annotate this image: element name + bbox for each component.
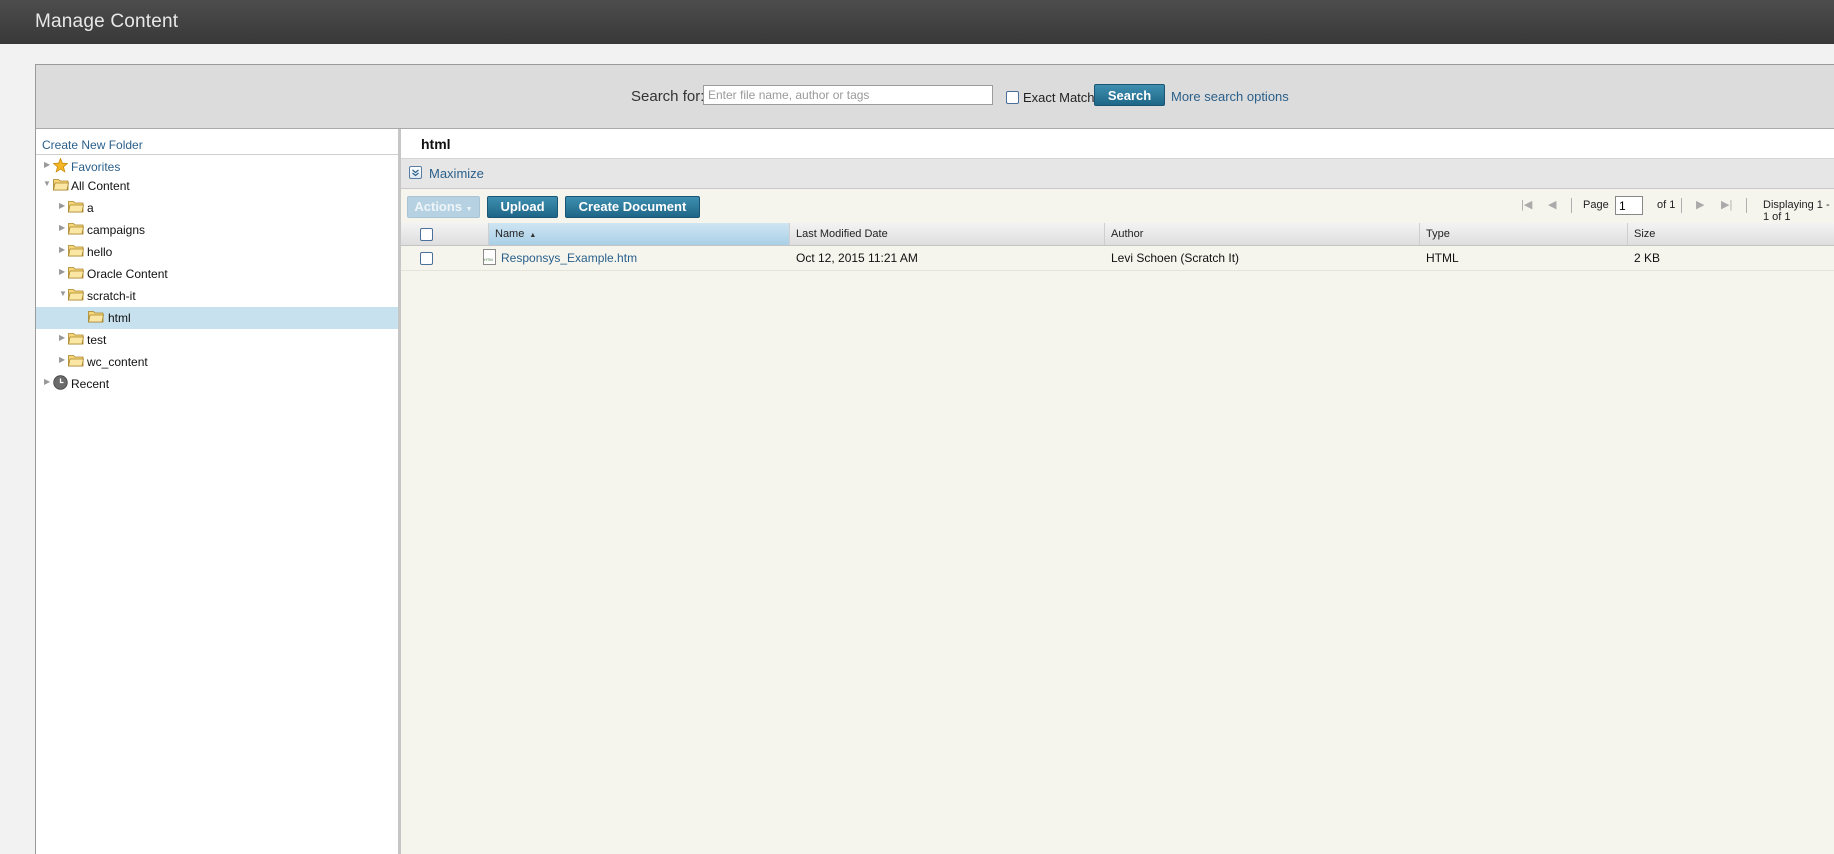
- folder-icon: [68, 265, 84, 282]
- tree-item-all-content[interactable]: ▼ All Content: [36, 175, 398, 197]
- page-title: Manage Content: [35, 11, 179, 32]
- tree-item-wc-content[interactable]: ▶ wc_content: [36, 351, 398, 373]
- collapse-arrow-icon[interactable]: ▼: [59, 289, 67, 298]
- pager-divider: [1746, 198, 1747, 213]
- column-header-author[interactable]: Author: [1105, 223, 1420, 245]
- row-checkbox[interactable]: [420, 252, 433, 265]
- column-header-type[interactable]: Type: [1420, 223, 1628, 245]
- table-row[interactable]: Responsys_Example.htm Oct 12, 2015 11:21…: [401, 246, 1834, 271]
- divider: [36, 154, 398, 155]
- star-icon: [52, 157, 69, 176]
- more-search-options-link[interactable]: More search options: [1171, 89, 1289, 104]
- expand-arrow-icon[interactable]: ▶: [59, 223, 65, 232]
- modified-date-cell: Oct 12, 2015 11:21 AM: [796, 251, 918, 265]
- tree-item-recent[interactable]: ▶ Recent: [36, 373, 398, 395]
- folder-icon: [68, 331, 84, 348]
- tree-item-oracle-content[interactable]: ▶ Oracle Content: [36, 263, 398, 285]
- sort-ascending-icon: ▲: [529, 232, 537, 239]
- tree-item-label: a: [87, 201, 94, 215]
- expand-arrow-icon[interactable]: ▶: [59, 245, 65, 254]
- previous-page-icon[interactable]: ◀: [1548, 198, 1556, 211]
- actions-button-label: Actions: [414, 199, 463, 214]
- create-new-folder-link[interactable]: Create New Folder: [42, 138, 143, 152]
- tree-item-label: hello: [87, 245, 113, 259]
- clock-icon: [53, 375, 68, 393]
- folder-open-icon: [68, 287, 84, 304]
- search-button[interactable]: Search: [1094, 84, 1165, 106]
- next-page-icon[interactable]: ▶: [1696, 198, 1704, 211]
- page-count-label: of 1: [1657, 199, 1676, 211]
- tree-item-hello[interactable]: ▶ hello: [36, 241, 398, 263]
- page-number-input[interactable]: [1615, 196, 1643, 215]
- folder-icon: [68, 199, 84, 216]
- actions-button[interactable]: Actions ▼: [407, 196, 480, 218]
- tree-item-label: scratch-it: [87, 289, 136, 303]
- exact-match-checkbox[interactable]: [1006, 91, 1019, 104]
- folder-tree-panel: Create New Folder ▶ Favorites ▼ All Cont…: [36, 129, 401, 854]
- page-label: Page: [1583, 199, 1609, 211]
- folder-open-icon: [53, 177, 69, 194]
- size-cell: 2 KB: [1634, 251, 1661, 265]
- column-header-size[interactable]: Size: [1628, 223, 1834, 245]
- first-page-icon[interactable]: |◀: [1521, 198, 1532, 211]
- tree-item-label: All Content: [71, 179, 130, 193]
- maximize-bar: Maximize: [401, 159, 1834, 189]
- file-name-link[interactable]: Responsys_Example.htm: [501, 251, 637, 265]
- tree-item-label: test: [87, 333, 107, 347]
- author-cell: Levi Schoen (Scratch It): [1111, 251, 1240, 265]
- folder-icon: [68, 243, 84, 260]
- pager-divider: [1571, 198, 1572, 213]
- expand-arrow-icon[interactable]: ▶: [44, 160, 50, 169]
- tree-item-html[interactable]: html: [36, 307, 398, 329]
- folder-icon: [68, 353, 84, 370]
- tree-item-label: Favorites: [71, 160, 121, 174]
- table-header: Name ▲ Last Modified Date Author Type Si…: [401, 223, 1834, 246]
- folder-open-icon: [88, 309, 104, 326]
- last-page-icon[interactable]: ▶|: [1721, 198, 1732, 211]
- tree-item-campaigns[interactable]: ▶ campaigns: [36, 219, 398, 241]
- expand-arrow-icon[interactable]: ▶: [59, 355, 65, 364]
- tree-item-a[interactable]: ▶ a: [36, 197, 398, 219]
- column-header-modified[interactable]: Last Modified Date: [790, 223, 1105, 245]
- select-all-checkbox[interactable]: [420, 228, 433, 241]
- create-document-button[interactable]: Create Document: [565, 196, 700, 218]
- folder-title-bar: html: [401, 129, 1834, 159]
- expand-arrow-icon[interactable]: ▶: [59, 333, 65, 342]
- maximize-icon[interactable]: [409, 166, 422, 179]
- tree-item-label: html: [108, 311, 131, 325]
- collapse-arrow-icon[interactable]: ▼: [43, 179, 51, 188]
- content-toolbar: Actions ▼ Upload Create Document |◀ ◀ Pa…: [401, 189, 1834, 224]
- tree-item-label: wc_content: [87, 355, 148, 369]
- select-all-header: [401, 223, 489, 245]
- content-manager-frame: Search for: Exact Match Search More sear…: [35, 64, 1834, 854]
- upload-button[interactable]: Upload: [487, 196, 558, 218]
- expand-arrow-icon[interactable]: ▶: [59, 201, 65, 210]
- search-input[interactable]: [703, 85, 993, 105]
- folder-icon: [68, 221, 84, 238]
- tree-item-label: campaigns: [87, 223, 146, 237]
- tree-item-label: Recent: [71, 377, 110, 391]
- maximize-link[interactable]: Maximize: [429, 166, 484, 181]
- current-folder-title: html: [421, 136, 451, 152]
- top-header-bar: Manage Content: [0, 0, 1834, 44]
- display-count-label: Displaying 1 - 1 of 1: [1763, 199, 1830, 223]
- column-header-name[interactable]: Name ▲: [489, 223, 790, 245]
- html-file-icon: [483, 249, 496, 265]
- tree-item-label: Oracle Content: [87, 267, 168, 281]
- content-panel: html Maximize Actions ▼ Upload Create Do…: [401, 129, 1834, 854]
- search-label: Search for:: [631, 88, 705, 105]
- exact-match-label: Exact Match: [1023, 90, 1095, 105]
- column-header-label: Name: [495, 228, 525, 240]
- tree-item-scratch-it[interactable]: ▼ scratch-it: [36, 285, 398, 307]
- expand-arrow-icon[interactable]: ▶: [44, 377, 50, 386]
- dropdown-arrow-icon: ▼: [465, 206, 473, 213]
- tree-item-test[interactable]: ▶ test: [36, 329, 398, 351]
- type-cell: HTML: [1426, 251, 1459, 265]
- pager-divider: [1681, 198, 1682, 213]
- expand-arrow-icon[interactable]: ▶: [59, 267, 65, 276]
- search-bar: Search for: Exact Match Search More sear…: [36, 65, 1834, 129]
